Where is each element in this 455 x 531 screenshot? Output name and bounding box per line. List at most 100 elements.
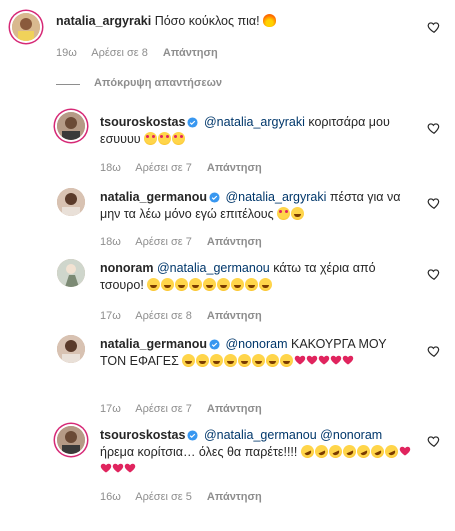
rofl-emoji [298, 442, 316, 461]
timestamp: 18ω [100, 236, 121, 248]
comment-body: tsouroskostas @natalia_germanou @nonoram… [100, 427, 415, 478]
rofl-emoji [382, 442, 400, 461]
like-heart-icon[interactable] [427, 434, 441, 448]
comment-body: tsouroskostas @natalia_argyraki κοριτσάρ… [100, 114, 410, 148]
likes-count[interactable]: Αρέσει σε 7 [135, 236, 192, 248]
laugh-emoji [231, 278, 245, 291]
laugh-emoji [252, 354, 266, 367]
reply: tsouroskostas @natalia_argyraki κοριτσάρ… [0, 105, 455, 180]
comment-meta: 17ω Αρέσει σε 8 Απάντηση [100, 310, 274, 322]
comment-body: nonoram @natalia_germanou κάτω τα χέρια … [100, 260, 415, 294]
reply-button[interactable]: Απάντηση [207, 310, 262, 322]
laugh-emoji [210, 354, 224, 367]
rofl-emoji [368, 442, 386, 461]
comment-body: natalia_argyraki Πόσο κούκλος πια! [56, 13, 396, 30]
verified-badge-icon [209, 339, 220, 350]
reply-button[interactable]: Απάντηση [163, 47, 218, 59]
heart-eyes-emoji [172, 132, 186, 145]
username[interactable]: natalia_germanou [100, 190, 207, 204]
laugh-emoji [196, 354, 210, 367]
verified-badge-icon [187, 430, 198, 441]
likes-count[interactable]: Αρέσει σε 7 [135, 162, 192, 174]
red-heart-emoji [295, 355, 306, 365]
laugh-emoji [203, 278, 217, 291]
avatar[interactable] [57, 259, 85, 287]
mention-link[interactable]: @natalia_argyraki [225, 190, 326, 204]
laugh-emoji [224, 354, 238, 367]
laugh-emoji [238, 354, 252, 367]
red-heart-emoji [331, 355, 342, 365]
username[interactable]: tsouroskostas [100, 428, 185, 442]
laugh-emoji [266, 354, 280, 367]
avatar[interactable] [57, 335, 85, 363]
red-heart-emoji [319, 355, 330, 365]
laugh-emoji [147, 278, 161, 291]
laugh-emoji [291, 207, 305, 220]
likes-count[interactable]: Αρέσει σε 8 [135, 310, 192, 322]
comment-meta: 18ω Αρέσει σε 7 Απάντηση [100, 162, 274, 174]
username[interactable]: natalia_argyraki [56, 14, 151, 28]
fire-emoji [263, 14, 277, 27]
comment-text: ήρεμα κορίτσια… όλες θα παρέτε!!!! [100, 445, 298, 459]
comment-top-level: natalia_argyraki Πόσο κούκλος πια! 19ω Α… [0, 0, 455, 70]
laugh-emoji [182, 354, 196, 367]
like-heart-icon[interactable] [427, 196, 441, 210]
avatar[interactable] [57, 188, 85, 216]
hide-replies-line [56, 84, 80, 85]
verified-badge-icon [209, 192, 220, 203]
comment-meta: 18ω Αρέσει σε 7 Απάντηση [100, 236, 274, 248]
mention-link[interactable]: @nonoram [225, 337, 287, 351]
rofl-emoji [340, 442, 358, 461]
laugh-emoji [259, 278, 273, 291]
timestamp: 18ω [100, 162, 121, 174]
laugh-emoji [245, 278, 259, 291]
username[interactable]: tsouroskostas [100, 115, 185, 129]
username[interactable]: natalia_germanou [100, 337, 207, 351]
verified-badge-icon [187, 117, 198, 128]
red-heart-emoji [112, 463, 124, 473]
mention-link[interactable]: @natalia_germanou @nonoram [204, 428, 382, 442]
mention-link[interactable]: @natalia_germanou [157, 261, 270, 275]
heart-eyes-emoji [158, 132, 172, 145]
reply-button[interactable]: Απάντηση [207, 491, 262, 503]
like-heart-icon[interactable] [427, 267, 441, 281]
rofl-emoji [326, 442, 344, 461]
reply: natalia_germanou @nonoram ΚΑΚΟΥΡΓΑ ΜΟΥ Τ… [0, 330, 455, 425]
avatar[interactable] [12, 13, 40, 41]
like-heart-icon[interactable] [427, 121, 441, 135]
heart-eyes-emoji [144, 132, 158, 145]
comment-meta: 19ω Αρέσει σε 8 Απάντηση [56, 47, 230, 59]
comment-body: natalia_germanou @nonoram ΚΑΚΟΥΡΓΑ ΜΟΥ Τ… [100, 336, 415, 370]
red-heart-emoji [343, 355, 354, 365]
laugh-emoji [189, 278, 203, 291]
reply-button[interactable]: Απάντηση [207, 403, 262, 415]
heart-eyes-emoji [277, 207, 291, 220]
reply: tsouroskostas @natalia_germanou @nonoram… [0, 420, 455, 525]
timestamp: 17ω [100, 403, 121, 415]
timestamp: 19ω [56, 47, 77, 59]
avatar[interactable] [57, 112, 85, 140]
reply: nonoram @natalia_germanou κάτω τα χέρια … [0, 255, 455, 330]
reply: natalia_germanou @natalia_argyraki πέστα… [0, 180, 455, 255]
likes-count[interactable]: Αρέσει σε 8 [91, 47, 148, 59]
hide-replies-button[interactable]: Απόκρυψη απαντήσεων [94, 77, 222, 89]
timestamp: 17ω [100, 310, 121, 322]
comment-body: natalia_germanou @natalia_argyraki πέστα… [100, 189, 415, 223]
reply-button[interactable]: Απάντηση [207, 236, 262, 248]
red-heart-emoji [307, 355, 318, 365]
laugh-emoji [280, 354, 294, 367]
mention-link[interactable]: @natalia_argyraki [204, 115, 305, 129]
laugh-emoji [175, 278, 189, 291]
username[interactable]: nonoram [100, 261, 153, 275]
likes-count[interactable]: Αρέσει σε 5 [135, 491, 192, 503]
laugh-emoji [161, 278, 175, 291]
like-heart-icon[interactable] [427, 344, 441, 358]
comment-text: Πόσο κούκλος πια! [154, 14, 260, 28]
avatar[interactable] [57, 426, 85, 454]
red-heart-emoji [124, 463, 136, 473]
like-heart-icon[interactable] [427, 20, 441, 34]
rofl-emoji [312, 442, 330, 461]
reply-button[interactable]: Απάντηση [207, 162, 262, 174]
likes-count[interactable]: Αρέσει σε 7 [135, 403, 192, 415]
timestamp: 16ω [100, 491, 121, 503]
